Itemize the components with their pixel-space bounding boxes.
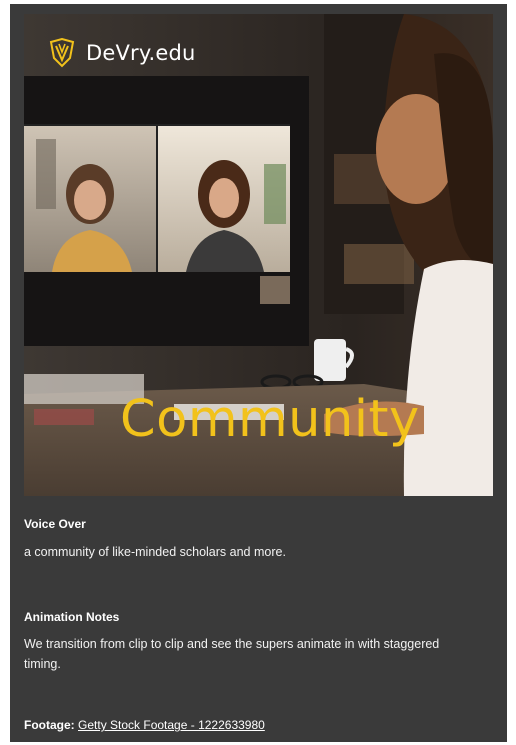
- devry-logo: DeVry.edu: [48, 38, 196, 68]
- storyboard-panel: DeVry.edu Community Voice Over a communi…: [10, 4, 507, 742]
- footage-link[interactable]: Getty Stock Footage - 1222633980: [78, 718, 265, 732]
- devry-shield-icon: [49, 38, 75, 68]
- video-still: DeVry.edu Community: [24, 14, 493, 496]
- voice-over-text: a community of like-minded scholars and …: [24, 545, 286, 559]
- animation-notes-text: We transition from clip to clip and see …: [24, 637, 440, 671]
- voice-over-heading: Voice Over: [24, 517, 86, 531]
- logo-wordmark: DeVry.edu: [86, 41, 196, 65]
- super-title: Community: [120, 390, 420, 449]
- footage-label: Footage:: [24, 718, 75, 732]
- animation-notes-heading: Animation Notes: [24, 610, 120, 624]
- footage-credit: Footage: Getty Stock Footage - 122263398…: [24, 718, 265, 732]
